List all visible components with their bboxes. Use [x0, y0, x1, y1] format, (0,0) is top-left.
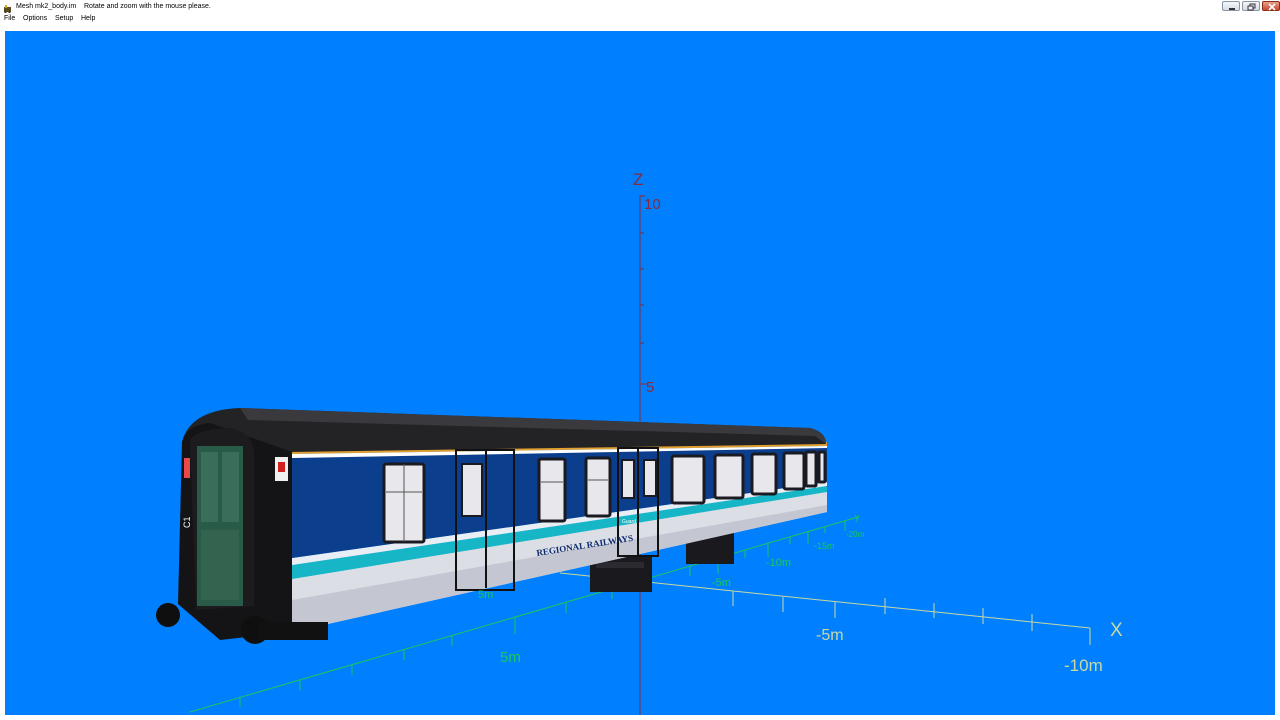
y-tick-label: -15m [814, 541, 835, 551]
coach-model: C1 Guard REGIONAL RAILWAYS [156, 408, 827, 644]
y-tick-label: -10m [766, 557, 791, 569]
menu-help[interactable]: Help [81, 13, 95, 25]
title-bar: Mesh mk2_body.im Rotate and zoom with th… [0, 0, 1280, 14]
coach-end-number: C1 [182, 516, 192, 528]
x-tick-label: -5m [816, 627, 844, 644]
z-tick-label: 10 [644, 196, 661, 213]
near-tick-label: 5m [478, 589, 493, 601]
app-icon [3, 1, 12, 14]
door-label: Guard [622, 519, 636, 525]
minimize-icon [1229, 8, 1235, 10]
x-tick-label: -10m [1064, 656, 1103, 675]
menu-setup[interactable]: Setup [55, 13, 73, 25]
y-axis-label: y [855, 512, 860, 522]
z-tick-label: 5 [646, 379, 654, 396]
window-hint: Rotate and zoom with the mouse please. [84, 3, 211, 10]
minimize-button[interactable] [1222, 1, 1240, 11]
close-button[interactable] [1262, 1, 1280, 11]
x-axis-label: X [1110, 620, 1123, 641]
restore-icon [1247, 3, 1256, 11]
y-tick-label: -20m [846, 530, 865, 539]
menu-options[interactable]: Options [23, 13, 47, 25]
status-strip [0, 715, 1280, 720]
menu-file[interactable]: File [4, 13, 15, 25]
scene-canvas[interactable]: 5m -5m -10m -15m -20m y X -5m -10m Z 10 … [5, 31, 1275, 715]
y-tick-label: -5m [712, 577, 731, 589]
3d-viewport[interactable]: 5m -5m -10m -15m -20m y X -5m -10m Z 10 … [5, 31, 1275, 715]
z-axis-label: Z [633, 170, 643, 189]
maximize-button[interactable] [1242, 1, 1260, 11]
close-icon [1268, 3, 1276, 11]
y-tick-label: 5m [500, 649, 521, 666]
window-title: Mesh mk2_body.im [16, 3, 77, 10]
menu-bar: File Options Setup Help [0, 13, 1280, 26]
